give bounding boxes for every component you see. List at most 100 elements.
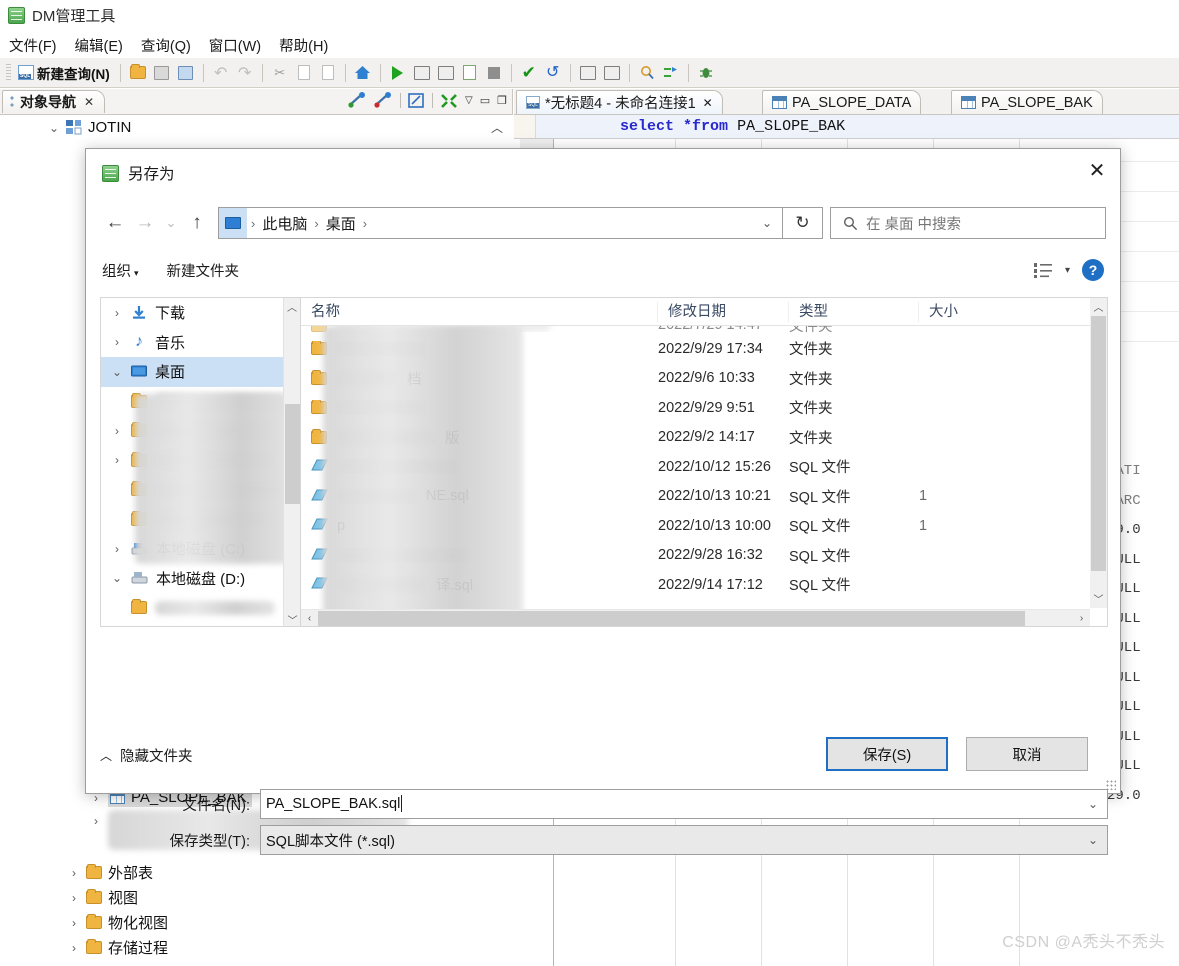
run-button[interactable]	[387, 62, 409, 84]
rollback-button[interactable]: ↺	[542, 62, 564, 84]
expander-icon[interactable]: ›	[111, 306, 123, 320]
tree-item-stored-procedures[interactable]: › 存储过程	[0, 935, 513, 960]
save-button[interactable]: 保存(S)	[826, 737, 948, 771]
expander-icon[interactable]: ⌄	[48, 121, 60, 135]
search-input[interactable]: 在 桌面 中搜索	[830, 207, 1106, 239]
column-header-date[interactable]: 修改日期	[658, 301, 789, 322]
connect-icon[interactable]	[348, 92, 367, 109]
tree-item-materialized-views[interactable]: › 物化视图	[0, 910, 513, 935]
help-button[interactable]: ?	[1082, 259, 1104, 281]
disconnect-icon[interactable]	[374, 92, 393, 109]
export-button[interactable]	[459, 62, 481, 84]
copy-button[interactable]	[293, 62, 315, 84]
explain-plan-button[interactable]	[577, 62, 599, 84]
new-folder-button[interactable]: 新建文件夹	[167, 260, 240, 281]
expander-icon[interactable]: ›	[111, 335, 123, 349]
address-bar[interactable]: › 此电脑 › 桌面 › ⌄	[218, 207, 783, 239]
menu-file[interactable]: 文件(F)	[9, 35, 57, 56]
cancel-button[interactable]: 取消	[966, 737, 1088, 771]
sql-editor-line[interactable]: select *from PA_SLOPE_BAK	[514, 114, 1179, 139]
new-query-button[interactable]: SQL 新建查询(N)	[16, 62, 114, 84]
place-item-desktop[interactable]: ⌄ 桌面	[101, 357, 300, 387]
column-header-type[interactable]: 类型	[789, 301, 919, 322]
chevron-down-icon[interactable]: ▾	[1065, 265, 1070, 276]
scroll-right-icon[interactable]: ›	[1073, 613, 1090, 624]
up-button[interactable]: ↑	[182, 208, 212, 238]
scrollbar-thumb[interactable]	[318, 610, 1025, 626]
expander-icon[interactable]: ›	[68, 916, 80, 930]
run-step-button[interactable]	[411, 62, 433, 84]
scroll-up-icon[interactable]: ︿	[284, 298, 300, 315]
place-item-local-disk-d[interactable]: ⌄ 本地磁盘 (D:)	[101, 564, 300, 594]
collapse-all-icon[interactable]	[440, 93, 458, 109]
file-list-hscrollbar[interactable]: ‹ ›	[301, 609, 1090, 626]
save-all-button[interactable]	[175, 62, 197, 84]
debug-button[interactable]	[695, 62, 717, 84]
open-folder-button[interactable]	[127, 62, 149, 84]
scroll-down-icon[interactable]: ﹀	[1090, 590, 1107, 607]
expander-icon[interactable]: ⌄	[111, 571, 123, 585]
menu-query[interactable]: 查询(Q)	[141, 35, 191, 56]
commit-button[interactable]: ✔	[518, 62, 540, 84]
close-icon[interactable]: ✕	[84, 95, 94, 109]
redo-button[interactable]: ↷	[234, 62, 256, 84]
chevron-down-icon[interactable]: ⌄	[1079, 797, 1107, 811]
place-item-blurred[interactable]	[101, 593, 300, 623]
organize-button[interactable]: 组织 ▾	[102, 260, 139, 281]
chevron-down-icon[interactable]: ⌄	[752, 216, 782, 230]
filetype-select[interactable]: SQL脚本文件 (*.sql) ⌄	[260, 825, 1108, 855]
hide-folders-toggle[interactable]: ︿ 隐藏文件夹	[100, 745, 193, 766]
back-button[interactable]: ←	[100, 208, 130, 238]
column-header-name[interactable]: 名称	[301, 301, 658, 322]
search-button[interactable]	[636, 62, 658, 84]
scroll-left-icon[interactable]: ‹	[301, 613, 318, 624]
scrollbar-thumb[interactable]	[1091, 316, 1106, 571]
scroll-down-icon[interactable]: ﹀	[284, 611, 300, 626]
minimize-icon[interactable]: ▭	[480, 94, 490, 107]
tree-item-jotin[interactable]: ⌄ JOTIN ︿	[0, 115, 513, 140]
scroll-up-icon[interactable]: ︿	[491, 119, 503, 136]
view-list-icon[interactable]	[1033, 262, 1053, 279]
file-list[interactable]: 名称 修改日期 类型 大小 2022/7/29 14:47 文件夹	[300, 297, 1108, 627]
tree-item-views[interactable]: › 视图	[0, 885, 513, 910]
tree-item-external-tables[interactable]: › 外部表	[0, 860, 513, 885]
toolbar-grip[interactable]	[6, 63, 11, 82]
scroll-up-icon[interactable]: ︿	[1090, 298, 1107, 315]
flow-button[interactable]	[660, 62, 682, 84]
stop-button[interactable]	[483, 62, 505, 84]
expander-icon[interactable]: ›	[111, 542, 123, 556]
cut-button[interactable]: ✂	[269, 62, 291, 84]
expander-icon[interactable]: ›	[111, 453, 123, 467]
expander-icon[interactable]: ⌄	[111, 365, 123, 379]
forward-button[interactable]: →	[130, 208, 160, 238]
filename-input[interactable]: PA_SLOPE_BAK.sql ⌄	[260, 789, 1108, 819]
breadcrumb-this-pc[interactable]: 此电脑	[259, 213, 310, 234]
recent-locations-button[interactable]: ⌄	[160, 208, 182, 238]
breadcrumb-desktop[interactable]: 桌面	[323, 213, 359, 234]
paste-button[interactable]	[317, 62, 339, 84]
file-list-scrollbar[interactable]: ︿ ﹀	[1090, 298, 1107, 608]
tab-pa-slope-bak[interactable]: PA_SLOPE_BAK	[951, 90, 1103, 114]
menu-edit[interactable]: 编辑(E)	[75, 35, 123, 56]
menu-window[interactable]: 窗口(W)	[209, 35, 261, 56]
save-button[interactable]	[151, 62, 173, 84]
column-header-size[interactable]: 大小	[919, 302, 1005, 322]
resize-grip[interactable]	[1106, 780, 1116, 790]
expander-icon[interactable]: ›	[68, 941, 80, 955]
run-to-cursor-button[interactable]	[435, 62, 457, 84]
close-button[interactable]: ✕	[1074, 149, 1120, 191]
expander-icon[interactable]: ›	[111, 424, 123, 438]
view-menu-icon[interactable]: ▽	[465, 95, 473, 106]
scrollbar-thumb[interactable]	[285, 404, 300, 504]
places-tree[interactable]: › 下载 › ♪ 音乐 ⌄ 桌面 › › › ⌄ 本地磁盘 (D:) ︿ ﹀	[100, 297, 300, 627]
chevron-down-icon[interactable]: ⌄	[1079, 833, 1107, 847]
undo-button[interactable]: ↶	[210, 62, 232, 84]
menu-help[interactable]: 帮助(H)	[279, 35, 328, 56]
expander-icon[interactable]: ›	[68, 866, 80, 880]
refresh-button[interactable]: ↻	[783, 207, 823, 239]
place-item-music[interactable]: › ♪ 音乐	[101, 328, 300, 358]
edit-icon[interactable]	[408, 92, 425, 109]
home-button[interactable]	[352, 62, 374, 84]
places-scrollbar[interactable]: ︿ ﹀	[283, 298, 300, 626]
maximize-icon[interactable]: ❐	[497, 94, 507, 107]
